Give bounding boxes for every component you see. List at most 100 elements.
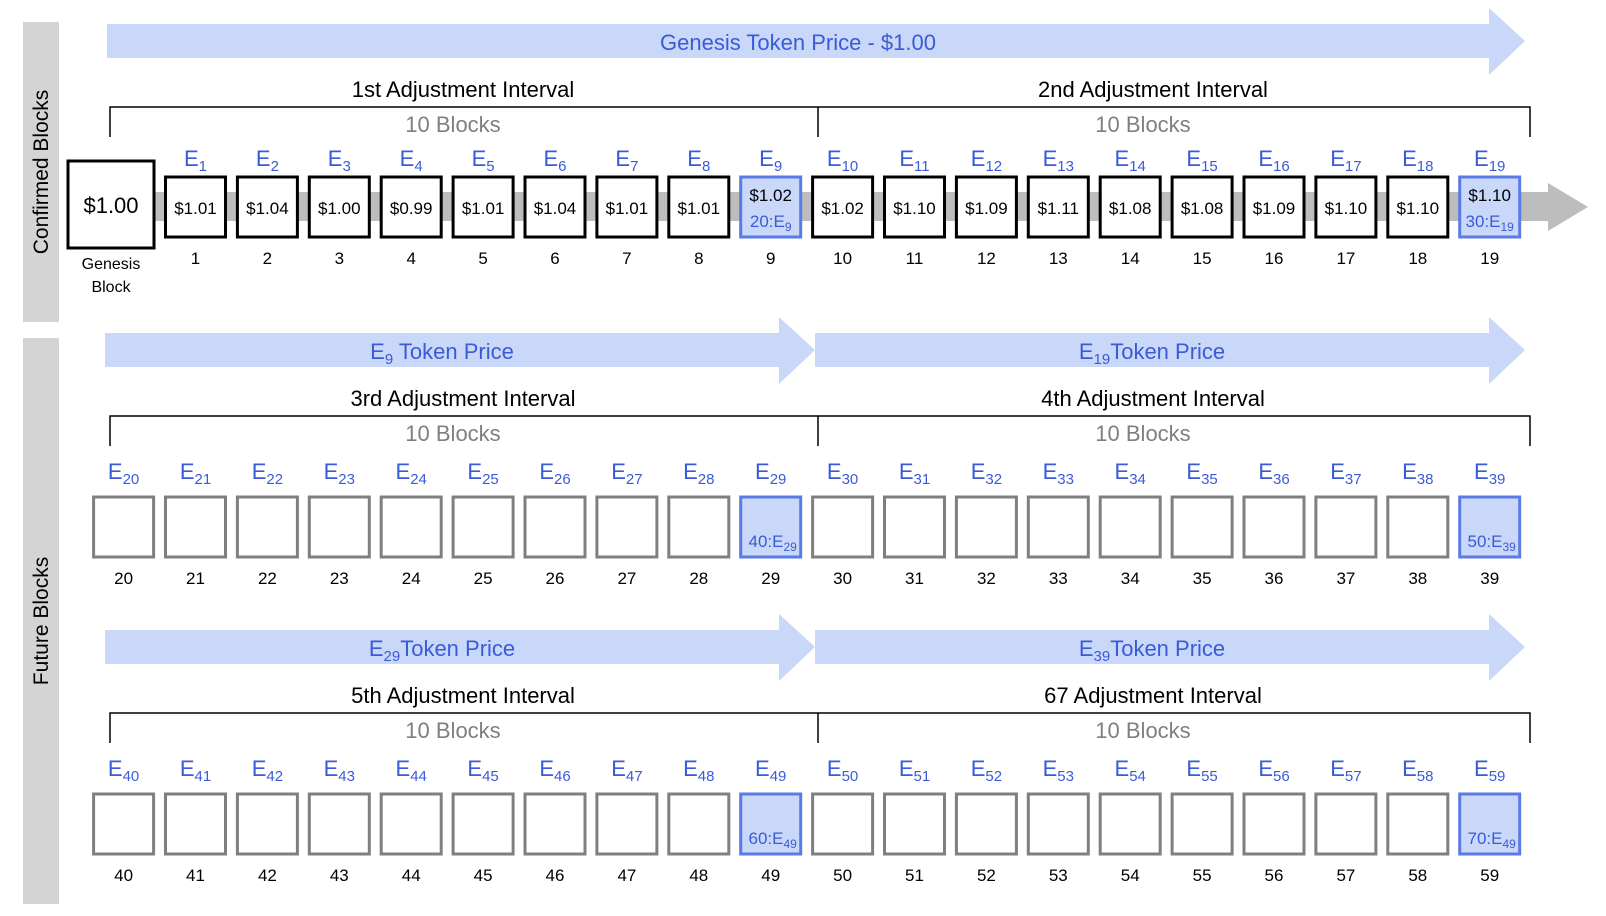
block-number: 48: [689, 866, 708, 885]
block: [1026, 792, 1090, 856]
block: [1098, 792, 1162, 856]
block-number: 37: [1336, 569, 1355, 588]
block-number: 56: [1265, 866, 1284, 885]
block: [451, 495, 515, 559]
epoch-label: E5: [472, 146, 495, 175]
epoch-label: E13: [1043, 146, 1074, 175]
block: [1242, 792, 1306, 856]
block-price: $0.99: [390, 199, 433, 218]
epoch-label: E41: [180, 756, 211, 785]
block-price: $1.08: [1109, 199, 1152, 218]
block: [523, 495, 587, 559]
epoch-label: E12: [971, 146, 1002, 175]
epoch-label: E56: [1258, 756, 1289, 785]
block-price: $1.01: [678, 199, 721, 218]
interval-block-count: 10 Blocks: [1095, 421, 1190, 446]
block-price: $1.01: [174, 199, 217, 218]
genesis-label-line2: Block: [91, 279, 131, 296]
block-number: 17: [1336, 249, 1355, 268]
interval-bracket: [109, 712, 1531, 743]
block-number: 13: [1049, 249, 1068, 268]
epoch-label: E52: [971, 756, 1002, 785]
genesis-price: $1.00: [83, 193, 138, 218]
block-number: 2: [263, 249, 272, 268]
epoch-label: E9: [759, 146, 782, 175]
epoch-label: E58: [1402, 756, 1433, 785]
epoch-label: E21: [180, 459, 211, 488]
block-number: 49: [761, 866, 780, 885]
block-number: 11: [906, 249, 924, 268]
epoch-label: E7: [615, 146, 638, 175]
block-number: 50: [833, 866, 852, 885]
epoch-label: E43: [324, 756, 355, 785]
epoch-label: E34: [1115, 459, 1146, 488]
epoch-label: E4: [400, 146, 423, 175]
epoch-label: E30: [827, 459, 858, 488]
block-number: 41: [186, 866, 205, 885]
epoch-label: E3: [328, 146, 351, 175]
epoch-label: E6: [543, 146, 566, 175]
block-number: 46: [546, 866, 565, 885]
block: [1386, 495, 1450, 559]
epoch-label: E35: [1186, 459, 1217, 488]
block: [235, 495, 299, 559]
block: [1314, 792, 1378, 856]
block: [667, 792, 731, 856]
interval-block-count: 10 Blocks: [405, 421, 500, 446]
genesis-label-line1: Genesis: [82, 256, 141, 273]
interval-block-count: 10 Blocks: [1095, 718, 1190, 743]
block-price: $1.02: [749, 186, 792, 205]
interval-title: 4th Adjustment Interval: [1041, 386, 1265, 411]
block-price: $1.00: [318, 199, 361, 218]
block-number: 52: [977, 866, 996, 885]
block: [379, 792, 443, 856]
epoch-label: E39: [1474, 459, 1505, 488]
block: [379, 495, 443, 559]
epoch-label: E10: [827, 146, 858, 175]
epoch-label: E54: [1115, 756, 1146, 785]
block-price: $1.10: [1325, 199, 1368, 218]
block-number: 24: [402, 569, 421, 588]
block-number: 5: [478, 249, 487, 268]
block-price: $1.09: [965, 199, 1008, 218]
epoch-label: E2: [256, 146, 279, 175]
block-number: 40: [114, 866, 133, 885]
block-price: $1.10: [1468, 186, 1511, 205]
epoch-label: E16: [1258, 146, 1289, 175]
epoch-label: E26: [539, 459, 570, 488]
block: [595, 792, 659, 856]
block-number: 58: [1408, 866, 1427, 885]
interval-block-count: 10 Blocks: [1095, 112, 1190, 137]
block-number: 26: [546, 569, 565, 588]
interval-bracket: [109, 106, 1531, 137]
block-number: 1: [191, 249, 200, 268]
epoch-label: E25: [467, 459, 498, 488]
block: [307, 495, 371, 559]
block: [451, 792, 515, 856]
epoch-label: E51: [899, 756, 930, 785]
epoch-label: E33: [1043, 459, 1074, 488]
block-number: 25: [474, 569, 493, 588]
token-price-arrow-label: Genesis Token Price - $1.00: [660, 30, 936, 55]
block-number: 35: [1193, 569, 1212, 588]
block-price: $1.10: [1397, 199, 1440, 218]
chain-arrowhead: [1548, 183, 1588, 231]
block: [811, 495, 875, 559]
epoch-label: E53: [1043, 756, 1074, 785]
epoch-label: E23: [324, 459, 355, 488]
block: [667, 495, 731, 559]
block-number: 10: [833, 249, 852, 268]
block: [1386, 792, 1450, 856]
epoch-label: E46: [539, 756, 570, 785]
block-number: 54: [1121, 866, 1140, 885]
block: [595, 495, 659, 559]
epoch-label: E59: [1474, 756, 1505, 785]
block-number: 43: [330, 866, 349, 885]
interval-block-count: 10 Blocks: [405, 718, 500, 743]
epoch-label: E48: [683, 756, 714, 785]
block-number: 15: [1193, 249, 1212, 268]
block-number: 32: [977, 569, 996, 588]
block: [1242, 495, 1306, 559]
block-number: 38: [1408, 569, 1427, 588]
block-number: 51: [905, 866, 924, 885]
